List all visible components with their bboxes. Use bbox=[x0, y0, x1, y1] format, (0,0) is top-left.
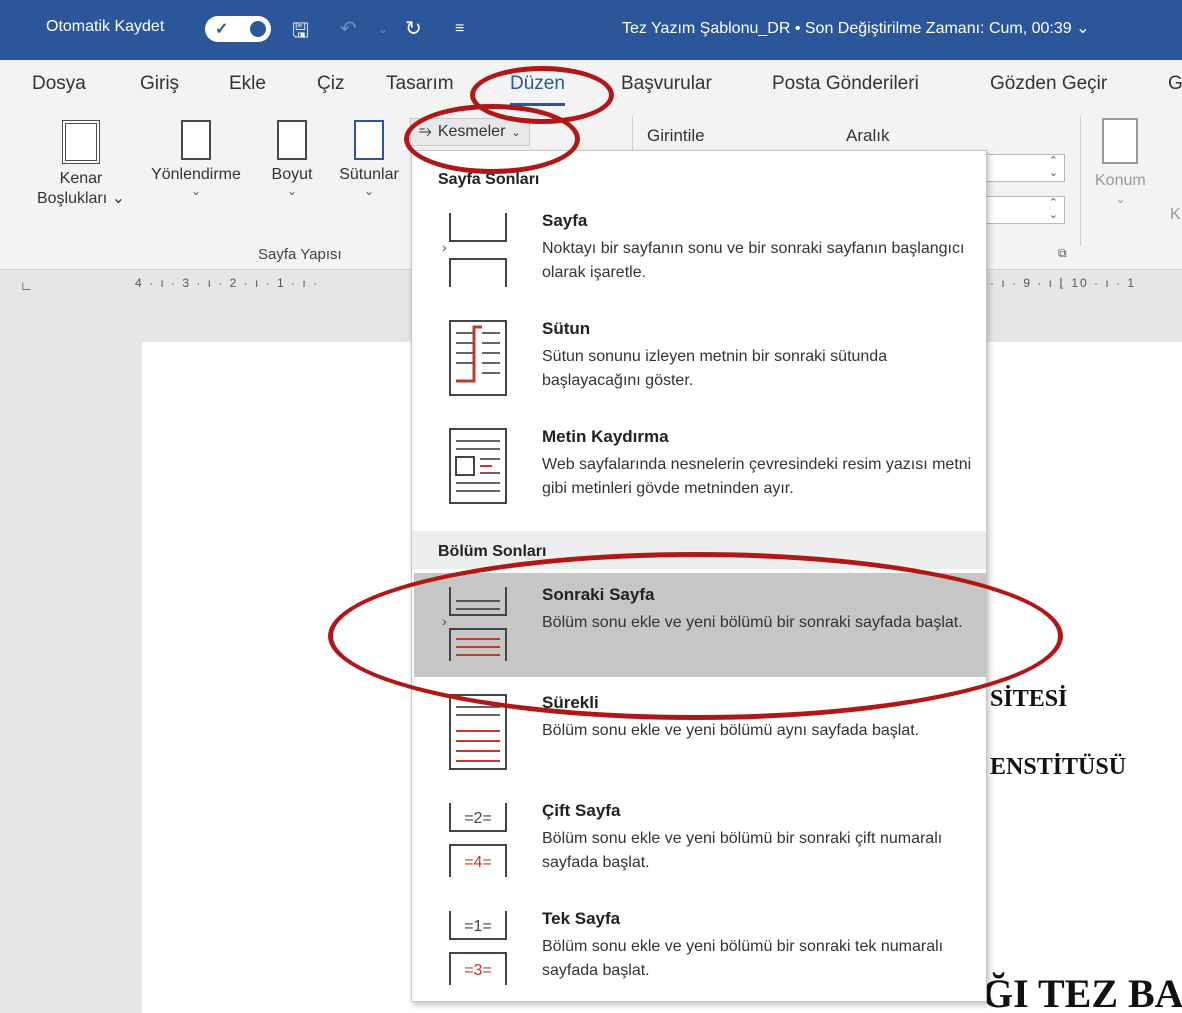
odd-page-break-icon: =1= =3= bbox=[449, 911, 507, 985]
menu-item-sutun[interactable]: Sütun Sütun sonunu izleyen metnin bir so… bbox=[414, 307, 986, 411]
item-title: Çift Sayfa bbox=[542, 801, 621, 820]
item-description: Bölüm sonu ekle ve yeni bölümü bir sonra… bbox=[542, 614, 963, 631]
autosave-label: Otomatik Kaydet bbox=[46, 18, 165, 35]
tab-posta-gonderileri[interactable]: Posta Gönderileri bbox=[772, 73, 919, 95]
item-title: Sayfa bbox=[542, 211, 588, 230]
doc-text-line: ĞI TEZ BA bbox=[982, 971, 1182, 1013]
columns-button[interactable]: Sütunlar ⌄ bbox=[330, 120, 408, 198]
size-button[interactable]: Boyut ⌄ bbox=[264, 120, 320, 198]
tab-dosya[interactable]: Dosya bbox=[32, 73, 86, 95]
columns-icon bbox=[354, 120, 384, 160]
tab-selector-icon[interactable]: ∟ bbox=[20, 278, 33, 293]
menu-item-sayfa[interactable]: › Sayfa Noktayı bir sayfanın sonu ve bir… bbox=[414, 199, 986, 303]
svg-text:=3=: =3= bbox=[464, 962, 492, 979]
item-title: Sütun bbox=[542, 319, 591, 338]
customize-toolbar-icon[interactable]: ≡ bbox=[455, 20, 464, 38]
redo-icon[interactable]: ↻ bbox=[405, 16, 422, 41]
tab-ekle[interactable]: Ekle bbox=[229, 73, 266, 95]
item-description: Web sayfalarında nesnelerin çevresindeki… bbox=[542, 456, 972, 497]
tab-duzen[interactable]: Düzen bbox=[510, 73, 565, 106]
margins-button[interactable]: Kenar Boşlukları ⌄ bbox=[26, 120, 136, 208]
size-label: Boyut bbox=[271, 166, 313, 183]
menu-item-metin-kaydirma[interactable]: Metin Kaydırma Web sayfalarında nesneler… bbox=[414, 415, 986, 519]
item-description: Noktayı bir sayfanın sonu ve bir sonraki… bbox=[542, 240, 965, 281]
size-icon bbox=[277, 120, 307, 160]
arrow-icon: › bbox=[442, 613, 447, 629]
dialog-launcher-icon[interactable]: ⧉ bbox=[1058, 246, 1067, 261]
chevron-down-icon: ⌄ bbox=[1115, 192, 1126, 206]
breaks-label: Kesmeler bbox=[437, 123, 506, 140]
chevron-down-icon: ⌄ bbox=[363, 184, 375, 198]
spacing-after-field[interactable]: ⌃ ⌄ bbox=[985, 196, 1065, 224]
menu-item-sonraki-sayfa[interactable]: › Sonraki Sayfa Bölüm sonu ekle ve yeni … bbox=[414, 573, 986, 677]
section-header-page-breaks: Sayfa Sonları bbox=[438, 171, 540, 188]
title-bar: Otomatik Kaydet ✓ 🖫 ↶ ⌄ ↻ ≡ Tez Yazım Şa… bbox=[0, 0, 1182, 60]
undo-dropdown-icon[interactable]: ⌄ bbox=[378, 22, 388, 36]
tab-giris[interactable]: Giriş bbox=[140, 73, 179, 95]
tab-basvurular[interactable]: Başvurular bbox=[621, 73, 712, 95]
ruler-scale-left: 4 · ı · 3 · ı · 2 · ı · 1 · ı · bbox=[135, 276, 320, 290]
item-description: Sütun sonunu izleyen metnin bir sonraki … bbox=[542, 348, 888, 389]
item-title: Metin Kaydırma bbox=[542, 427, 669, 446]
save-icon[interactable]: 🖫 bbox=[292, 16, 309, 50]
section-header-section-breaks: Bölüm Sonları bbox=[412, 531, 986, 569]
position-button[interactable]: Konum ⌄ bbox=[1095, 118, 1146, 208]
tab-cut-off[interactable]: G bbox=[1168, 73, 1182, 95]
menu-item-tek-sayfa[interactable]: =1= =3= Tek Sayfa Bölüm sonu ekle ve yen… bbox=[414, 897, 986, 1001]
svg-text:=4=: =4= bbox=[464, 854, 492, 871]
chevron-down-icon: ⌄ bbox=[286, 184, 298, 198]
item-description: Bölüm sonu ekle ve yeni bölümü bir sonra… bbox=[542, 830, 943, 871]
tab-tasarim[interactable]: Tasarım bbox=[386, 73, 454, 95]
margins-label-1: Kenar bbox=[59, 170, 103, 187]
orientation-icon bbox=[181, 120, 211, 160]
chevron-down-icon: ⌄ bbox=[511, 126, 521, 139]
spacing-label: Aralık bbox=[846, 126, 890, 145]
continuous-break-icon bbox=[449, 694, 507, 770]
doc-text-line: ENSTİTÜSÜ bbox=[990, 754, 1127, 780]
tab-gozden-gecir[interactable]: Gözden Geçir bbox=[990, 73, 1107, 95]
item-description: Bölüm sonu ekle ve yeni bölümü aynı sayf… bbox=[542, 722, 920, 739]
menu-item-cift-sayfa[interactable]: =2= =4= Çift Sayfa Bölüm sonu ekle ve ye… bbox=[414, 789, 986, 893]
ruler-scale-right: · ı · 9 · ı ⌊ 10 · ı · 1 bbox=[990, 276, 1137, 290]
position-icon bbox=[1102, 118, 1139, 164]
page-setup-group-label: Sayfa Yapısı bbox=[258, 246, 342, 263]
margins-label-2: Boşlukları ⌄ bbox=[36, 190, 126, 207]
page-break-icon bbox=[449, 213, 507, 287]
orientation-label: Yönlendirme bbox=[151, 166, 241, 183]
breaks-dropdown-menu: Sayfa Sonları › Sayfa Noktayı bir sayfan… bbox=[411, 150, 987, 1002]
svg-text:=2=: =2= bbox=[464, 810, 492, 827]
undo-icon[interactable]: ↶ bbox=[340, 16, 357, 41]
item-description: Bölüm sonu ekle ve yeni bölümü bir sonra… bbox=[542, 938, 944, 979]
breaks-icon: ⥱ bbox=[419, 123, 432, 140]
breaks-button[interactable]: ⥱ Kesmeler ⌄ bbox=[410, 118, 530, 146]
spacing-before-field[interactable]: ⌃ ⌄ bbox=[985, 154, 1065, 182]
tab-ciz[interactable]: Çiz bbox=[317, 73, 344, 95]
orientation-button[interactable]: Yönlendirme ⌄ bbox=[138, 120, 254, 198]
document-title: Tez Yazım Şablonu_DR • Son Değiştirilme … bbox=[622, 20, 1090, 37]
item-title: Tek Sayfa bbox=[542, 909, 621, 928]
indent-label: Girintile bbox=[647, 126, 705, 145]
item-title: Sonraki Sayfa bbox=[542, 585, 655, 604]
arrow-icon: › bbox=[442, 239, 447, 255]
doc-text-line: SİTESİ bbox=[990, 686, 1068, 712]
next-page-break-icon bbox=[449, 587, 507, 661]
position-label: Konum bbox=[1095, 172, 1146, 189]
item-title: Sürekli bbox=[542, 693, 599, 712]
menu-item-surekli[interactable]: Sürekli Bölüm sonu ekle ve yeni bölümü a… bbox=[414, 681, 986, 785]
cut-off-label: K bbox=[1170, 206, 1181, 223]
text-wrapping-icon bbox=[449, 428, 507, 504]
autosave-toggle[interactable]: ✓ bbox=[205, 16, 271, 42]
column-break-icon bbox=[449, 320, 507, 396]
svg-text:=1=: =1= bbox=[464, 918, 492, 935]
tab-duzen-label: Düzen bbox=[510, 73, 565, 94]
margins-icon bbox=[62, 120, 100, 164]
columns-label: Sütunlar bbox=[339, 166, 399, 183]
chevron-down-icon: ⌄ bbox=[190, 184, 202, 198]
check-icon: ✓ bbox=[215, 21, 229, 38]
ribbon-tabs: Dosya Giriş Ekle Çiz Tasarım Düzen Başvu… bbox=[0, 60, 1182, 106]
even-page-break-icon: =2= =4= bbox=[449, 803, 507, 877]
